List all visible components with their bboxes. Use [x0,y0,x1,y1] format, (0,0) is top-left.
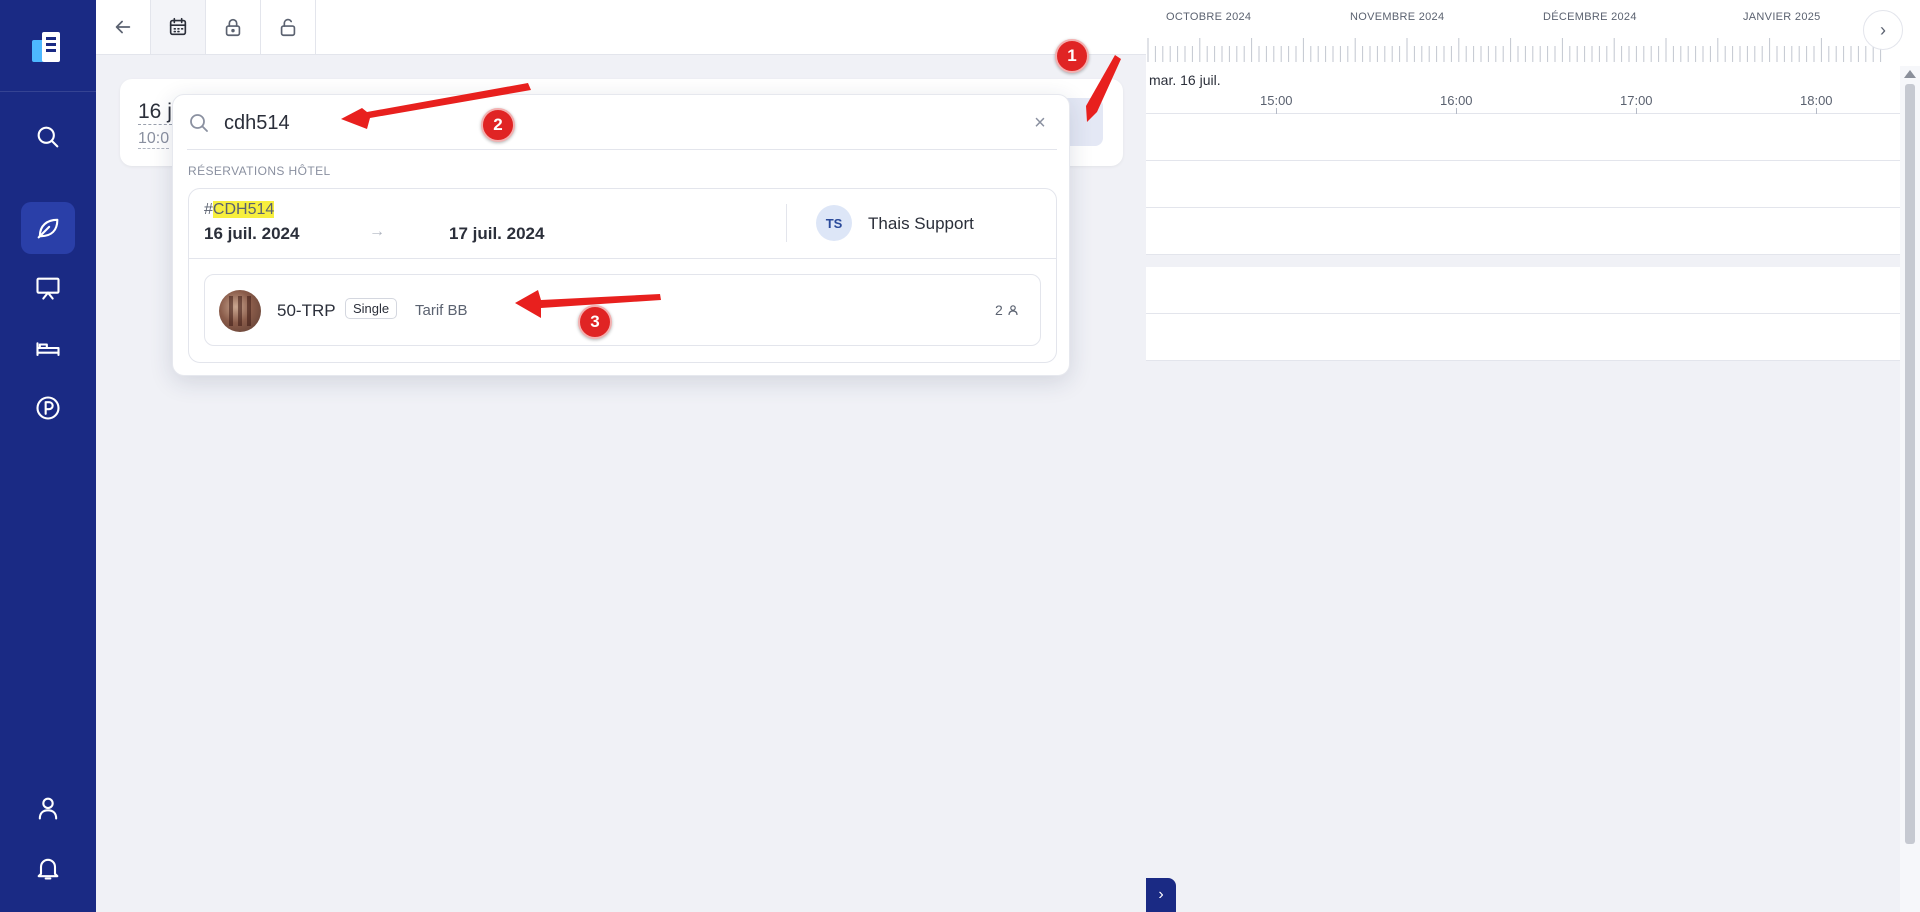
person-icon [1008,305,1018,316]
sidebar-divider [0,91,96,92]
app-logo[interactable] [28,26,68,66]
guest-count: 2 [995,302,1019,318]
timeline-next-button[interactable]: › [1863,10,1903,50]
booking-time[interactable]: 10:0 [138,130,170,149]
sidebar-item-presentation[interactable] [21,262,75,314]
back-button[interactable] [96,0,151,54]
search-bar: × [173,95,1071,150]
scroll-up-arrow[interactable] [1904,70,1916,78]
month-label: OCTOBRE 2024 [1166,11,1252,23]
panel-expand-button[interactable]: › [1146,878,1176,912]
sidebar-item-rooms[interactable] [21,322,75,374]
unlock-icon [280,18,296,37]
timeline-row[interactable] [1146,208,1900,255]
search-icon [187,111,211,135]
reservation-summary[interactable]: #CDH514 16 juil. 2024 → 17 juil. 2024 TS… [189,189,1056,259]
lock-icon [225,18,241,37]
day-label: mar. 16 juil. [1149,72,1221,88]
hour-label: 17:00 [1620,93,1653,108]
back-arrow-icon [115,20,131,34]
search-input[interactable] [224,106,824,140]
unlock-button[interactable] [261,0,316,54]
scrollbar-thumb[interactable] [1905,84,1915,844]
bell-icon [37,858,59,880]
guest-count-value: 2 [995,302,1003,318]
room-name: 50-TRP [277,301,336,320]
month-label: JANVIER 2025 [1743,11,1821,23]
timeline-day-header: mar. 16 juil. 15:00 16:00 17:00 18:00 [1146,66,1900,114]
room-photo [219,290,261,332]
search-popup: × RÉSERVATIONS HÔTEL #CDH514 16 juil. 20… [172,94,1070,376]
timeline-row[interactable] [1146,314,1900,361]
month-label: DÉCEMBRE 2024 [1543,11,1637,23]
timeline-row[interactable] [1146,267,1900,314]
section-label-hotel-reservations: RÉSERVATIONS HÔTEL [188,164,331,178]
ref-prefix: # [204,201,213,218]
arrow-right-icon: → [369,223,385,240]
room-type-badge: Single [345,298,398,319]
checkout-date: 17 juil. 2024 [449,224,545,243]
timeline-row[interactable] [1146,161,1900,208]
timeline-panel: OCTOBRE 2024 NOVEMBRE 2024 DÉCEMBRE 2024… [1146,0,1920,912]
bed-icon [36,342,60,357]
sidebar-profile-button[interactable] [21,782,75,834]
room-rate: Tarif BB [415,302,468,319]
search-divider [187,149,1057,150]
sidebar-search-button[interactable] [21,111,75,163]
month-label: NOVEMBRE 2024 [1350,11,1445,23]
timeline-scrollbar[interactable] [1900,66,1920,912]
presentation-board-icon [36,277,60,300]
timeline-row[interactable] [1146,114,1900,161]
clear-search-button[interactable]: × [1026,109,1054,137]
reservation-ref: #CDH514 [204,201,275,219]
search-icon [37,126,59,148]
calendar-icon [169,17,187,36]
booking-date[interactable]: 16 j [138,100,172,125]
guest-name: Thais Support [868,214,974,233]
avatar: TS [816,205,852,241]
timeline-month-bar: OCTOBRE 2024 NOVEMBRE 2024 DÉCEMBRE 2024… [1146,0,1920,66]
user-icon [38,797,58,820]
sidebar-item-parking[interactable] [21,382,75,434]
sidebar-item-eco[interactable] [21,202,75,254]
checkin-date: 16 juil. 2024 [204,224,300,243]
room-item[interactable]: 50-TRP Single Tarif BB 2 [204,274,1041,346]
parking-icon [36,396,60,420]
sidebar-notifications-button[interactable] [21,842,75,894]
divider [786,204,787,242]
ref-highlight: CDH514 [212,201,275,218]
hour-label: 16:00 [1440,93,1473,108]
calendar-view-button[interactable] [151,0,206,54]
top-toolbar [96,0,1146,55]
leaf-icon [37,218,59,239]
hour-label: 15:00 [1260,93,1293,108]
timeline-day-ticks[interactable] [1146,38,1886,64]
reservation-result[interactable]: #CDH514 16 juil. 2024 → 17 juil. 2024 TS… [188,188,1057,363]
sidebar [0,0,96,912]
lock-button[interactable] [206,0,261,54]
hour-label: 18:00 [1800,93,1833,108]
